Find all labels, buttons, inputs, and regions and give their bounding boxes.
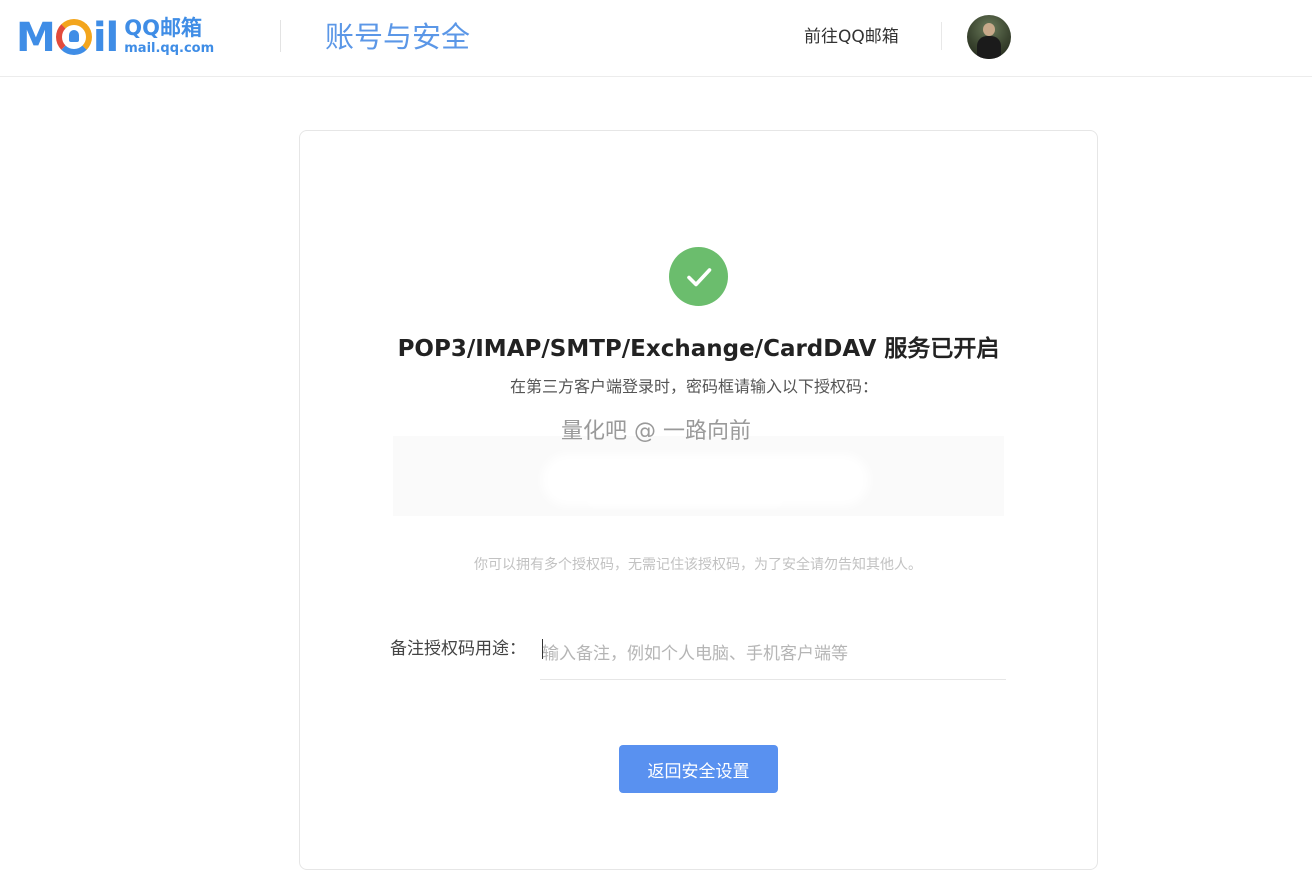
back-to-security-button[interactable]: 返回安全设置 bbox=[619, 745, 778, 793]
header-divider-right bbox=[941, 22, 942, 50]
qq-mail-logo[interactable]: M i l QQ邮箱 mail.qq.com bbox=[16, 14, 214, 58]
goto-qq-mail-link[interactable]: 前往QQ邮箱 bbox=[804, 25, 899, 49]
note-input[interactable] bbox=[540, 628, 1006, 680]
instruction-text: 在第三方客户端登录时，密码框请输入以下授权码： bbox=[509, 377, 878, 396]
status-title: POP3/IMAP/SMTP/Exchange/CardDAV 服务已开启 bbox=[397, 336, 1000, 362]
avatar[interactable] bbox=[967, 15, 1011, 59]
logo-mail-wordmark: M i l bbox=[16, 14, 120, 61]
checkmark-icon bbox=[686, 267, 711, 286]
logo-letter-l: l bbox=[105, 15, 120, 61]
text-caret bbox=[542, 639, 543, 659]
check-circle-icon bbox=[669, 247, 728, 306]
note-label: 备注授权码用途： bbox=[390, 639, 526, 659]
hint-text: 你可以拥有多个授权码，无需记住该授权码，为了安全请勿告知其他人。 bbox=[474, 557, 922, 573]
logo-bell-icon bbox=[55, 19, 92, 55]
logo-letter-i: i bbox=[92, 15, 107, 61]
logo-cn: QQ邮箱 bbox=[124, 15, 202, 40]
watermark-text: 量化吧 @ 一路向前 bbox=[561, 419, 751, 444]
header-divider bbox=[280, 20, 281, 52]
logo-text: QQ邮箱 mail.qq.com bbox=[124, 15, 215, 56]
logo-letter-m: M bbox=[16, 15, 56, 61]
page-title: 账号与安全 bbox=[325, 20, 471, 54]
auth-code-redacted-lower bbox=[585, 478, 785, 502]
logo-en: mail.qq.com bbox=[124, 40, 215, 56]
top-header: M i l QQ邮箱 mail.qq.com 账号与安全 前往QQ邮箱 bbox=[0, 0, 1312, 77]
